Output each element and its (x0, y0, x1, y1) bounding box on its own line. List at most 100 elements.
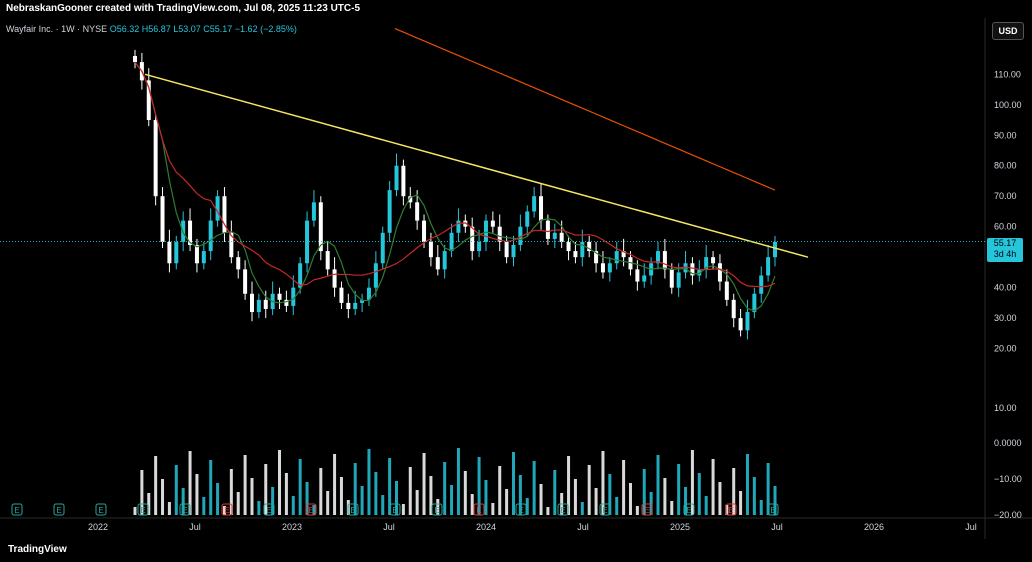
candle-body (642, 275, 647, 282)
price-tick-label: 30.00 (994, 313, 1017, 323)
candle-body (153, 120, 158, 197)
candle-body (483, 220, 488, 242)
candle-body (504, 241, 509, 258)
ma-long-line (394, 28, 776, 191)
earnings-marker-label: E (602, 506, 607, 515)
candle-body (738, 318, 743, 331)
volume-bar (546, 507, 550, 515)
volume-bar (154, 456, 158, 515)
candle-body (490, 220, 495, 227)
chart-area[interactable]: 110.00100.0090.0080.0070.0060.0050.0040.… (0, 18, 1032, 539)
volume-bar (622, 460, 626, 515)
candle-body (566, 241, 571, 252)
volume-bar (195, 474, 199, 515)
candle-body (339, 287, 344, 303)
candle-body (277, 293, 282, 300)
volume-bar (745, 454, 749, 515)
candle-body (525, 211, 530, 227)
price-tick-label: 110.00 (994, 69, 1021, 79)
time-tick-label: 2022 (88, 522, 108, 532)
volume-bar (360, 486, 364, 515)
candle-body (470, 226, 475, 252)
time-tick-label: Jul (965, 522, 977, 532)
candle-body (456, 220, 461, 233)
candle-body (745, 312, 750, 331)
price-tick-label: 70.00 (994, 191, 1017, 201)
volume-bar (704, 496, 708, 515)
candle-body (311, 202, 316, 221)
volume-bar (243, 455, 247, 515)
volume-bar (580, 502, 584, 515)
earnings-marker-label: E (14, 506, 19, 515)
candle-body (133, 56, 137, 63)
candle-body (669, 269, 674, 288)
volume-bar (167, 502, 171, 515)
candle-body (387, 190, 392, 233)
volume-bar (161, 479, 165, 515)
volume-bar (367, 449, 371, 515)
volume-bar (677, 464, 681, 515)
volume-bar (663, 478, 667, 515)
volume-bar (594, 488, 598, 515)
volume-bar (319, 468, 323, 515)
volume-bar (450, 485, 454, 515)
symbol-legend[interactable]: Wayfair Inc. · 1W · NYSE O56.32 H56.87 L… (6, 24, 297, 34)
volume-bar (291, 496, 295, 515)
candle-body (607, 263, 612, 273)
candle-body (511, 244, 516, 258)
earnings-marker-label: E (392, 506, 397, 515)
volume-bar (401, 504, 405, 515)
volume-bar (567, 456, 571, 515)
earnings-marker-label: E (98, 506, 103, 515)
candle-body (380, 232, 385, 264)
price-tick-label: 90.00 (994, 130, 1017, 140)
candle-body (545, 220, 550, 239)
price-chart[interactable]: 110.00100.0090.0080.0070.0060.0050.0040.… (0, 18, 1032, 539)
volume-bar (202, 497, 206, 515)
candle-body (208, 220, 213, 252)
earnings-marker-label: E (224, 506, 229, 515)
earnings-marker-label: E (686, 506, 691, 515)
candle-body (201, 251, 206, 264)
price-tick-label: 40.00 (994, 283, 1017, 293)
volume-bar (133, 507, 137, 515)
volume-bar (415, 490, 419, 515)
time-tick-label: Jul (383, 522, 395, 532)
candle-body (305, 220, 310, 264)
volume-bar (298, 459, 302, 515)
candle-body (573, 251, 578, 258)
symbol-name[interactable]: Wayfair Inc. · 1W · NYSE (6, 24, 107, 34)
candle-body (724, 281, 729, 300)
volume-bar (209, 460, 213, 515)
last-price-tag: 55.17 3d 4h (987, 238, 1023, 262)
earnings-marker-label: E (266, 506, 271, 515)
candle-body (346, 302, 351, 309)
footer: TradingView (0, 539, 1032, 562)
volume-bar (656, 455, 660, 515)
volume-bar (333, 454, 337, 515)
candle-body (428, 241, 433, 258)
indicator-tick-label: −20.00 (994, 510, 1022, 520)
volume-bar (615, 497, 619, 515)
volume-bar (326, 491, 330, 515)
volume-bar (739, 491, 743, 515)
volume-bar (422, 453, 426, 515)
header-bar: NebraskanGooner created with TradingView… (0, 0, 1032, 18)
earnings-marker-label: E (728, 506, 733, 515)
tradingview-logo[interactable]: TradingView (8, 544, 67, 555)
price-tick-label: 80.00 (994, 161, 1017, 171)
earnings-marker-label: E (644, 506, 649, 515)
volume-bar (539, 484, 543, 515)
currency-badge[interactable]: USD (992, 22, 1024, 40)
candle-body (539, 196, 544, 221)
volume-bar (718, 482, 722, 515)
candle-body (580, 241, 585, 258)
volume-bar (752, 477, 756, 515)
earnings-marker-label: E (476, 506, 481, 515)
candle-body (401, 165, 406, 197)
candle-body (167, 241, 172, 264)
volume-bar (339, 477, 343, 515)
earnings-marker-label: E (140, 506, 145, 515)
volume-bar (463, 471, 467, 515)
indicator-tick-label: −10.00 (994, 474, 1022, 484)
